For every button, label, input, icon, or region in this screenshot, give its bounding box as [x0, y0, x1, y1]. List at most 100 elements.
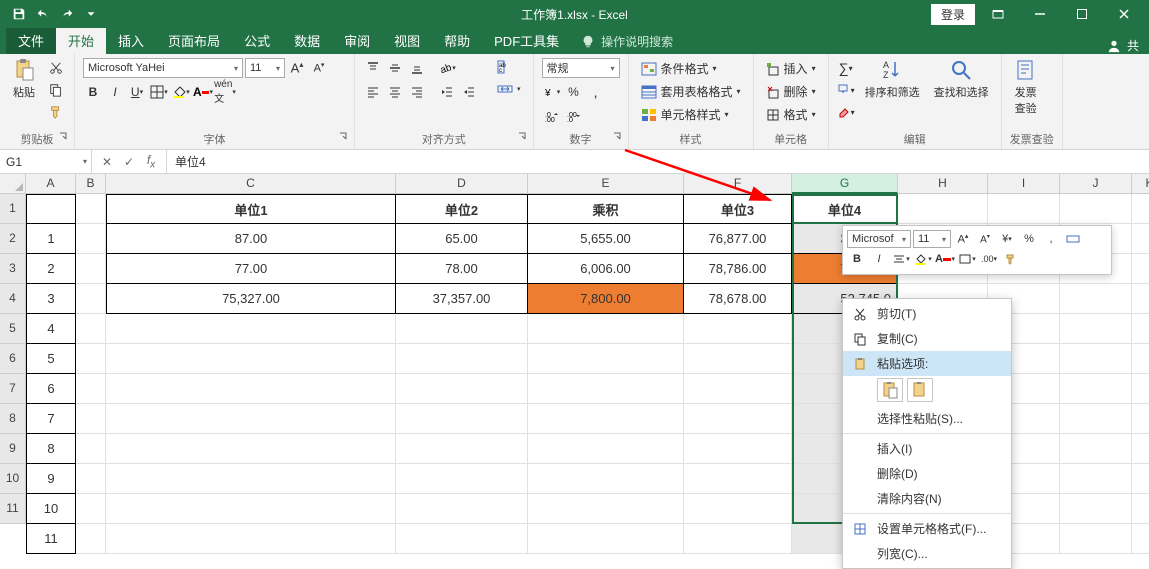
cell[interactable]: 9: [26, 464, 76, 494]
row-header-10[interactable]: 10: [0, 464, 26, 494]
cell[interactable]: [396, 524, 528, 554]
cell[interactable]: [106, 494, 396, 524]
shrink-font-button[interactable]: A▾: [309, 58, 329, 78]
save-button[interactable]: [8, 3, 30, 25]
cell[interactable]: [684, 344, 792, 374]
align-center-button[interactable]: [385, 82, 405, 102]
share-area[interactable]: 共: [1107, 37, 1149, 54]
row-header-2[interactable]: 2: [0, 224, 26, 254]
mini-align[interactable]: ▾: [891, 250, 911, 268]
cell[interactable]: [76, 344, 106, 374]
mini-accounting[interactable]: ¥▾: [997, 230, 1017, 248]
fill-button[interactable]: ▾: [837, 80, 855, 100]
row-header-8[interactable]: 8: [0, 404, 26, 434]
ribbon-display-button[interactable]: [979, 2, 1017, 26]
col-header-D[interactable]: D: [396, 174, 528, 194]
paste-option-normal[interactable]: [877, 378, 903, 402]
mini-comma[interactable]: ,: [1041, 230, 1061, 248]
mini-size-select[interactable]: 11▾: [913, 230, 951, 248]
find-select-button[interactable]: 查找和选择: [930, 58, 993, 100]
sort-filter-button[interactable]: AZ 排序和筛选: [861, 58, 924, 100]
tab-home[interactable]: 开始: [56, 27, 106, 54]
cell[interactable]: 1: [26, 224, 76, 254]
cell[interactable]: [684, 494, 792, 524]
table-format-button[interactable]: 套用表格格式▾: [637, 81, 745, 102]
cell[interactable]: [1132, 404, 1149, 434]
mini-borders[interactable]: ▾: [957, 250, 977, 268]
cell[interactable]: [1132, 254, 1149, 284]
accounting-format-button[interactable]: ¥▾: [542, 82, 562, 102]
autosum-button[interactable]: ∑▾: [837, 58, 855, 78]
fx-button[interactable]: fx: [142, 153, 160, 171]
font-size-select[interactable]: 11▾: [245, 58, 285, 78]
cell[interactable]: [1132, 344, 1149, 374]
col-header-J[interactable]: J: [1060, 174, 1132, 194]
cell[interactable]: [76, 404, 106, 434]
cell[interactable]: 10: [26, 494, 76, 524]
cell[interactable]: [26, 194, 76, 224]
cell[interactable]: [106, 374, 396, 404]
mini-percent[interactable]: %: [1019, 230, 1039, 248]
fill-color-button[interactable]: ▾: [171, 82, 191, 102]
cell[interactable]: [76, 284, 106, 314]
cell[interactable]: [1132, 494, 1149, 524]
cell[interactable]: [528, 404, 684, 434]
cell[interactable]: 77.00: [106, 254, 396, 284]
cut-button[interactable]: [46, 58, 66, 78]
format-cells-button[interactable]: 格式▾: [762, 104, 820, 125]
decrease-decimal-button[interactable]: .00.0: [564, 106, 584, 126]
cell[interactable]: [1132, 194, 1149, 224]
name-box[interactable]: G1▾: [0, 150, 92, 173]
cell[interactable]: [106, 344, 396, 374]
cell[interactable]: [1060, 374, 1132, 404]
cell[interactable]: [76, 254, 106, 284]
mini-font-color[interactable]: A▾: [935, 250, 955, 268]
cell[interactable]: [106, 404, 396, 434]
cell[interactable]: [76, 194, 106, 224]
clipboard-launcher[interactable]: [56, 129, 70, 143]
row-header-6[interactable]: 6: [0, 344, 26, 374]
delete-cells-button[interactable]: 删除▾: [762, 81, 820, 102]
insert-cells-button[interactable]: 插入▾: [762, 58, 820, 79]
cell[interactable]: 乘积: [528, 194, 684, 224]
minimize-button[interactable]: [1021, 2, 1059, 26]
cell[interactable]: [76, 314, 106, 344]
row-header-11[interactable]: 11: [0, 494, 26, 524]
ctx-paste-special[interactable]: 选择性粘贴(S)...: [843, 406, 1011, 431]
underline-button[interactable]: U▾: [127, 82, 147, 102]
cell[interactable]: 单位1: [106, 194, 396, 224]
increase-decimal-button[interactable]: .0.00: [542, 106, 562, 126]
cell[interactable]: 65.00: [396, 224, 528, 254]
align-bottom-button[interactable]: [407, 58, 427, 78]
cell[interactable]: [76, 374, 106, 404]
cell[interactable]: [396, 404, 528, 434]
cell-G1[interactable]: 单位4: [792, 194, 898, 224]
cell[interactable]: [76, 524, 106, 554]
percent-button[interactable]: %: [564, 82, 584, 102]
cell[interactable]: [396, 374, 528, 404]
cell[interactable]: [106, 314, 396, 344]
cell[interactable]: [76, 224, 106, 254]
cell[interactable]: [1132, 314, 1149, 344]
cell[interactable]: 4: [26, 314, 76, 344]
tab-layout[interactable]: 页面布局: [156, 27, 232, 54]
tab-file[interactable]: 文件: [6, 27, 56, 54]
conditional-format-button[interactable]: 条件格式▾: [637, 58, 745, 79]
cell[interactable]: [106, 434, 396, 464]
cell[interactable]: [1132, 374, 1149, 404]
decrease-indent-button[interactable]: [437, 82, 457, 102]
cell[interactable]: [76, 464, 106, 494]
cell[interactable]: [1060, 464, 1132, 494]
cell[interactable]: 3: [26, 284, 76, 314]
cell[interactable]: [684, 374, 792, 404]
cell[interactable]: 76,877.00: [684, 224, 792, 254]
align-top-button[interactable]: [363, 58, 383, 78]
cell[interactable]: [106, 524, 396, 554]
tab-formulas[interactable]: 公式: [232, 27, 282, 54]
cell[interactable]: [684, 524, 792, 554]
cell[interactable]: 单位2: [396, 194, 528, 224]
paste-button[interactable]: 粘贴: [8, 58, 40, 100]
cell[interactable]: [684, 314, 792, 344]
increase-indent-button[interactable]: [459, 82, 479, 102]
col-header-E[interactable]: E: [528, 174, 684, 194]
